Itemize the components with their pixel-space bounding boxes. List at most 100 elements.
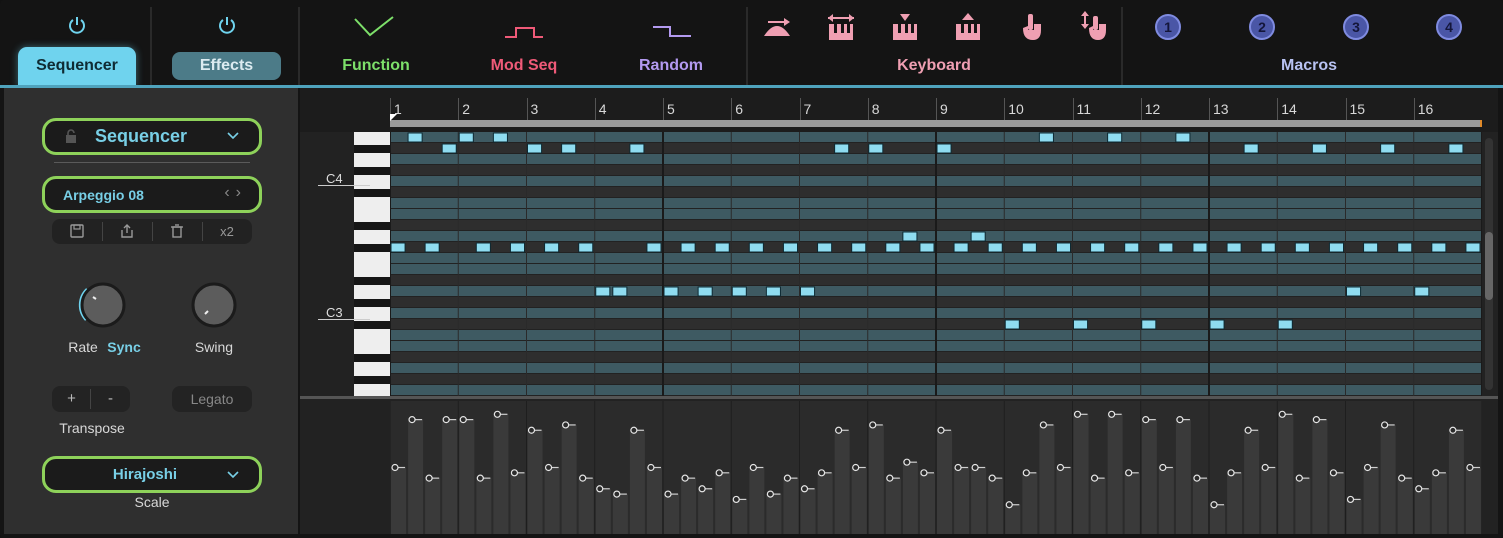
velocity-bar[interactable] xyxy=(1414,488,1430,534)
loop-start-handle[interactable] xyxy=(390,114,397,121)
velocity-bar[interactable] xyxy=(1363,467,1379,535)
velocity-bar[interactable] xyxy=(1312,419,1328,534)
velocity-handle[interactable] xyxy=(869,421,877,429)
transpose-plus-button[interactable]: + xyxy=(52,386,91,412)
tab-sequencer[interactable]: Sequencer xyxy=(18,47,136,87)
chevron-left-icon[interactable]: ‹ xyxy=(224,184,235,201)
velocity-handle[interactable] xyxy=(886,474,894,482)
velocity-handle[interactable] xyxy=(544,463,553,472)
piano-black-key[interactable] xyxy=(354,299,390,307)
velocity-handle[interactable] xyxy=(1108,410,1116,418)
tab-effects[interactable]: Effects xyxy=(172,52,281,80)
sequence-note[interactable] xyxy=(1038,132,1054,143)
velocity-handle[interactable] xyxy=(988,474,996,482)
piano-black-key[interactable] xyxy=(354,244,390,252)
velocity-bar[interactable] xyxy=(578,478,594,534)
sequence-note[interactable] xyxy=(1004,319,1020,330)
velocity-handle[interactable] xyxy=(1415,485,1423,493)
sequence-note[interactable] xyxy=(714,242,730,253)
sequence-note[interactable] xyxy=(1090,242,1106,253)
velocity-bar[interactable] xyxy=(664,494,680,534)
velocity-handle[interactable] xyxy=(1125,469,1133,477)
velocity-bar[interactable] xyxy=(749,467,765,535)
velocity-handle[interactable] xyxy=(1295,474,1303,482)
velocity-handle[interactable] xyxy=(1176,416,1184,424)
velocity-handle[interactable] xyxy=(527,426,536,434)
velocity-bar[interactable] xyxy=(1227,472,1243,534)
scrollbar-thumb[interactable] xyxy=(1485,232,1493,300)
velocity-bar[interactable] xyxy=(391,467,407,535)
random-tab[interactable]: Random xyxy=(621,57,721,75)
velocity-bar[interactable] xyxy=(510,472,526,534)
velocity-bar[interactable] xyxy=(442,419,458,534)
sequence-note[interactable] xyxy=(1380,143,1396,154)
sequence-note[interactable] xyxy=(1346,286,1362,297)
sequence-note[interactable] xyxy=(1311,143,1327,154)
note-grid[interactable] xyxy=(390,132,1482,396)
velocity-bar[interactable] xyxy=(544,467,560,535)
velocity-handle[interactable] xyxy=(835,426,843,434)
loop-end-handle[interactable] xyxy=(1480,120,1482,127)
touch-icon[interactable] xyxy=(1014,10,1048,44)
sequence-note[interactable] xyxy=(1277,319,1293,330)
velocity-bar[interactable] xyxy=(408,419,424,534)
velocity-handle[interactable] xyxy=(1381,421,1389,429)
velocity-bar[interactable] xyxy=(919,472,935,534)
velocity-handle[interactable] xyxy=(1193,474,1201,482)
sequence-note[interactable] xyxy=(475,242,491,253)
velocity-handle[interactable] xyxy=(1022,469,1030,477)
velocity-bar[interactable] xyxy=(800,488,816,534)
sequence-note[interactable] xyxy=(1414,286,1430,297)
preset-select[interactable]: Arpeggio 08 ‹› xyxy=(42,176,262,213)
velocity-handle[interactable] xyxy=(510,469,519,477)
velocity-bar[interactable] xyxy=(971,467,987,535)
piano-black-key[interactable] xyxy=(354,145,390,153)
velocity-handle[interactable] xyxy=(852,463,860,472)
keyboard-tab[interactable]: Keyboard xyxy=(834,57,1034,75)
rate-sync-toggle[interactable]: Sync xyxy=(104,339,144,355)
rate-knob[interactable] xyxy=(74,276,132,334)
macros-tab[interactable]: Macros xyxy=(1209,57,1409,75)
velocity-handle[interactable] xyxy=(493,410,501,418)
sequence-note[interactable] xyxy=(663,286,679,297)
macro-4-knob[interactable]: 4 xyxy=(1436,14,1462,40)
velocity-bar[interactable] xyxy=(425,478,441,534)
velocity-bar[interactable] xyxy=(527,430,543,534)
effects-power-icon[interactable] xyxy=(217,15,237,35)
velocity-lane[interactable] xyxy=(390,401,1482,534)
sequence-note[interactable] xyxy=(1141,319,1157,330)
velocity-handle[interactable] xyxy=(1329,469,1338,477)
sequence-note[interactable] xyxy=(1260,242,1276,253)
velocity-bar[interactable] xyxy=(1295,478,1311,534)
velocity-handle[interactable] xyxy=(1312,416,1320,424)
velocity-bar[interactable] xyxy=(459,419,475,534)
sequence-note[interactable] xyxy=(936,143,952,154)
sequence-note[interactable] xyxy=(970,231,986,242)
velocity-bar[interactable] xyxy=(1158,467,1174,535)
velocity-bar[interactable] xyxy=(1380,424,1396,534)
velocity-bar[interactable] xyxy=(1073,414,1089,534)
velocity-handle[interactable] xyxy=(579,474,587,482)
velocity-handle[interactable] xyxy=(1363,463,1372,472)
velocity-handle[interactable] xyxy=(647,463,655,472)
aftertouch-icon[interactable] xyxy=(824,10,858,44)
velocity-bar[interactable] xyxy=(629,430,645,534)
piano-black-key[interactable] xyxy=(354,167,390,175)
mode-select[interactable]: Sequencer xyxy=(42,118,262,155)
sequence-note[interactable] xyxy=(697,286,713,297)
sequence-note[interactable] xyxy=(390,242,406,253)
velocity-handle[interactable] xyxy=(1432,469,1440,477)
sequence-note[interactable] xyxy=(1431,242,1447,253)
velocity-bar[interactable] xyxy=(493,414,509,534)
piano-black-key[interactable] xyxy=(354,277,390,285)
velocity-bar[interactable] xyxy=(1210,504,1226,534)
velocity-handle[interactable] xyxy=(954,463,962,472)
velocity-handle[interactable] xyxy=(613,490,621,498)
sequence-note[interactable] xyxy=(919,242,935,253)
sequence-note[interactable] xyxy=(868,143,884,154)
velocity-handle[interactable] xyxy=(1227,469,1235,477)
sequence-note[interactable] xyxy=(800,286,816,297)
velocity-bar[interactable] xyxy=(1192,478,1208,534)
mod-seq-tab[interactable]: Mod Seq xyxy=(474,57,574,75)
export-icon[interactable] xyxy=(102,219,152,244)
